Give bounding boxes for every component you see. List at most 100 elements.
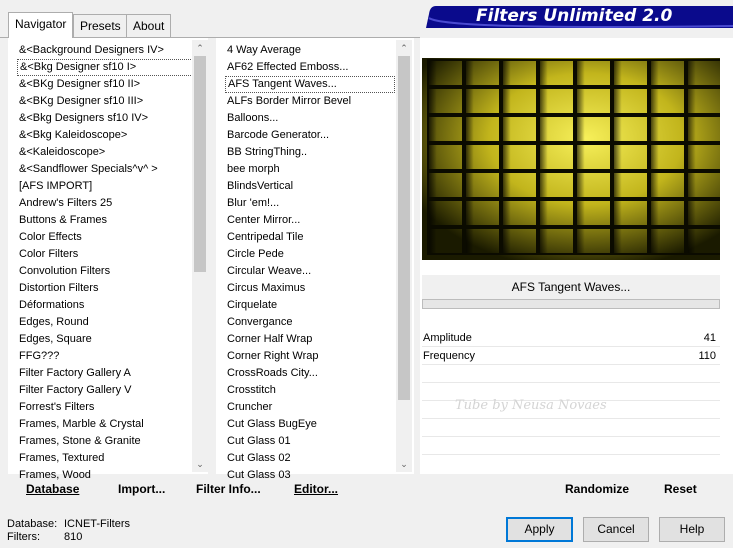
- filter-list-item[interactable]: Circular Weave...: [225, 263, 395, 280]
- scroll-up-arrow-icon[interactable]: ⌃: [192, 40, 208, 56]
- filter-list-item[interactable]: Convergance: [225, 314, 395, 331]
- preview-tile: [501, 143, 538, 171]
- filter-list-item[interactable]: AF62 Effected Emboss...: [225, 59, 395, 76]
- filter-list-item[interactable]: BB StringThing..: [225, 144, 395, 161]
- preview-tile: [464, 227, 501, 255]
- banner-title: Filters Unlimited 2.0: [476, 6, 673, 26]
- filter-list-item[interactable]: Balloons...: [225, 110, 395, 127]
- filter-list-item[interactable]: Crosstitch: [225, 382, 395, 399]
- filter-list-item[interactable]: BlindsVertical: [225, 178, 395, 195]
- category-list-item[interactable]: Frames, Stone & Granite: [17, 433, 193, 450]
- preview-tile: [501, 227, 538, 255]
- category-list-item[interactable]: FFG???: [17, 348, 193, 365]
- category-list-item[interactable]: &<BKg Designer sf10 II>: [17, 76, 193, 93]
- preview-tile: [501, 199, 538, 227]
- reset-button[interactable]: Reset: [664, 482, 697, 496]
- category-list-item[interactable]: Déformations: [17, 297, 193, 314]
- watermark: Tube by Neusa Novaes: [455, 398, 607, 413]
- preview-tile: [612, 59, 649, 87]
- category-list-item[interactable]: Filter Factory Gallery A: [17, 365, 193, 382]
- category-list-item[interactable]: Edges, Round: [17, 314, 193, 331]
- preview-tile: [649, 227, 686, 255]
- category-list-item[interactable]: &<Sandflower Specials^v^ >: [17, 161, 193, 178]
- preview-tile: [649, 115, 686, 143]
- category-list-item[interactable]: Distortion Filters: [17, 280, 193, 297]
- editor-button[interactable]: Editor...: [294, 482, 338, 496]
- preview-tile: [538, 143, 575, 171]
- filter-list-item[interactable]: Cruncher: [225, 399, 395, 416]
- category-list-item[interactable]: &<Bkg Kaleidoscope>: [17, 127, 193, 144]
- category-list-item[interactable]: &<Bkg Designers sf10 IV>: [17, 110, 193, 127]
- category-list-item[interactable]: Forrest's Filters: [17, 399, 193, 416]
- frequency-label: Frequency: [423, 350, 475, 362]
- filter-list-item[interactable]: ALFs Border Mirror Bevel: [225, 93, 395, 110]
- filter-list-item[interactable]: Center Mirror...: [225, 212, 395, 229]
- category-list-item[interactable]: Frames, Marble & Crystal: [17, 416, 193, 433]
- preview-tile: [464, 171, 501, 199]
- preview-tile: [538, 199, 575, 227]
- scroll-down-arrow-icon[interactable]: ⌄: [396, 456, 412, 472]
- preview-image-graphic: [422, 58, 720, 260]
- filter-list-item[interactable]: Centripedal Tile: [225, 229, 395, 246]
- category-list-item[interactable]: Andrew's Filters 25: [17, 195, 193, 212]
- filter-list-item[interactable]: Cut Glass 01: [225, 433, 395, 450]
- category-scroll-thumb[interactable]: [194, 56, 206, 272]
- filter-list-item[interactable]: Blur 'em!...: [225, 195, 395, 212]
- filter-list-item[interactable]: Circus Maximus: [225, 280, 395, 297]
- filter-list-item[interactable]: 4 Way Average: [225, 42, 395, 59]
- category-list-item[interactable]: Buttons & Frames: [17, 212, 193, 229]
- tab-about[interactable]: About: [126, 14, 172, 37]
- tab-navigator[interactable]: Navigator: [8, 12, 74, 38]
- filter-list-item[interactable]: Corner Right Wrap: [225, 348, 395, 365]
- parameter-empty: [422, 438, 720, 455]
- category-list-item[interactable]: &<Bkg Designer sf10 I>: [17, 59, 193, 76]
- category-list-item[interactable]: &<BKg Designer sf10 III>: [17, 93, 193, 110]
- parameter-amplitude[interactable]: Amplitude 41: [422, 330, 720, 347]
- preview-tile: [427, 115, 464, 143]
- category-list[interactable]: &<Background Designers IV> &<Bkg Designer…: [17, 42, 193, 484]
- category-list-item[interactable]: &<Kaleidoscope>: [17, 144, 193, 161]
- preview-tile: [538, 115, 575, 143]
- parameter-frequency[interactable]: Frequency 110: [422, 348, 720, 365]
- category-list-item[interactable]: &<Background Designers IV>: [17, 42, 193, 59]
- cancel-button[interactable]: Cancel: [583, 517, 649, 542]
- filter-scrollbar[interactable]: ⌃ ⌄: [396, 40, 412, 472]
- cancel-label: Cancel: [597, 522, 635, 536]
- filter-list-item[interactable]: Corner Half Wrap: [225, 331, 395, 348]
- filter-list-item[interactable]: AFS Tangent Waves...: [225, 76, 395, 93]
- scroll-down-arrow-icon[interactable]: ⌄: [192, 456, 208, 472]
- filter-list-item[interactable]: Cut Glass 02: [225, 450, 395, 467]
- category-list-item[interactable]: Filter Factory Gallery V: [17, 382, 193, 399]
- filter-list-item[interactable]: CrossRoads City...: [225, 365, 395, 382]
- filter-list-item[interactable]: Cirquelate: [225, 297, 395, 314]
- filters-count-label: Filters:: [7, 531, 40, 543]
- category-list-item[interactable]: [AFS IMPORT]: [17, 178, 193, 195]
- filter-list-item[interactable]: Barcode Generator...: [225, 127, 395, 144]
- preview-tile: [501, 87, 538, 115]
- help-button[interactable]: Help: [659, 517, 725, 542]
- category-list-item[interactable]: Frames, Textured: [17, 450, 193, 467]
- apply-button[interactable]: Apply: [506, 517, 573, 542]
- category-scrollbar[interactable]: ⌃ ⌄: [192, 40, 208, 472]
- filter-scroll-thumb[interactable]: [398, 56, 410, 400]
- preview-tile: [538, 87, 575, 115]
- preview-tile: [612, 115, 649, 143]
- parameter-empty: [422, 420, 720, 437]
- filter-info-button[interactable]: Filter Info...: [196, 482, 261, 496]
- title-banner: Filters Unlimited 2.0: [426, 4, 733, 28]
- amplitude-label: Amplitude: [423, 332, 472, 344]
- filter-list-item[interactable]: bee morph: [225, 161, 395, 178]
- filter-list-item[interactable]: Circle Pede: [225, 246, 395, 263]
- category-list-item[interactable]: Color Filters: [17, 246, 193, 263]
- filter-list[interactable]: 4 Way Average AF62 Effected Emboss... AFS …: [225, 42, 395, 484]
- import-button[interactable]: Import...: [118, 482, 165, 496]
- filter-list-item[interactable]: Cut Glass BugEye: [225, 416, 395, 433]
- category-list-item[interactable]: Edges, Square: [17, 331, 193, 348]
- tab-presets[interactable]: Presets: [73, 14, 128, 37]
- scroll-up-arrow-icon[interactable]: ⌃: [396, 40, 412, 56]
- database-button[interactable]: Database: [26, 482, 79, 496]
- randomize-button[interactable]: Randomize: [565, 482, 629, 496]
- preview-tile: [649, 59, 686, 87]
- category-list-item[interactable]: Color Effects: [17, 229, 193, 246]
- category-list-item[interactable]: Convolution Filters: [17, 263, 193, 280]
